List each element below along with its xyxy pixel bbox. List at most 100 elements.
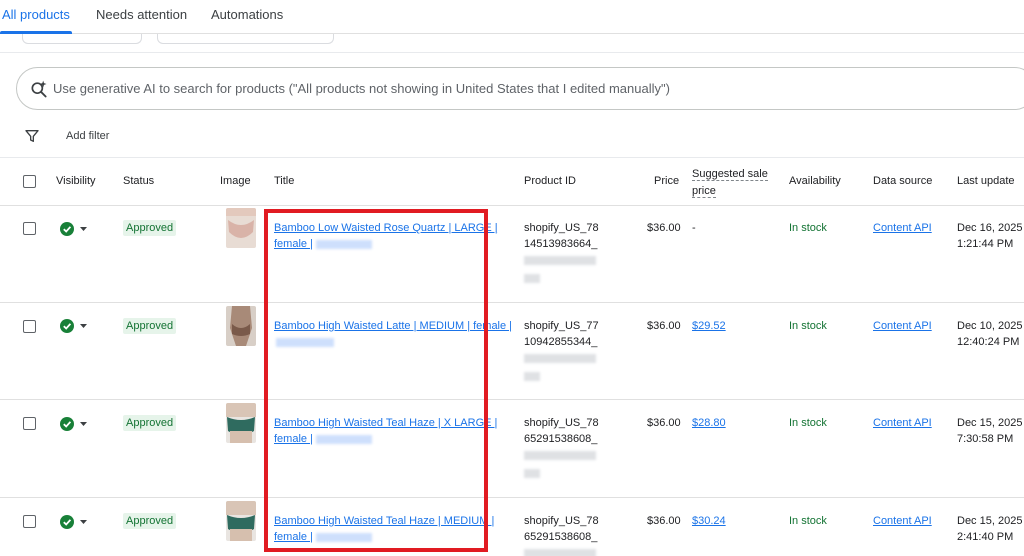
product-thumbnail[interactable]: [226, 208, 256, 248]
divider: [0, 205, 1024, 206]
tab-all-products[interactable]: All products: [2, 7, 70, 22]
row-checkbox[interactable]: [23, 417, 36, 430]
col-product-id[interactable]: Product ID: [524, 175, 576, 187]
row-checkbox[interactable]: [23, 320, 36, 333]
divider: [0, 302, 1024, 303]
product-id: shopify_US_78 14513983664_: [524, 220, 599, 252]
redacted-text: [524, 256, 596, 265]
last-update-date: Dec 15, 2025: [957, 515, 1023, 527]
filter-chip-partial[interactable]: [22, 34, 142, 44]
last-update: Dec 16, 2025 1:21:44 PM: [957, 220, 1022, 252]
status-badge: Approved: [123, 513, 177, 529]
add-filter-button[interactable]: Add filter: [66, 130, 109, 142]
availability: In stock: [789, 417, 827, 429]
price: $36.00: [647, 417, 681, 429]
col-title[interactable]: Title: [274, 175, 294, 187]
product-id: shopify_US_78 65291538608_: [524, 415, 599, 447]
check-circle-icon: [60, 222, 74, 236]
last-update-time: 7:30:58 PM: [957, 433, 1014, 445]
data-source-link[interactable]: Content API: [873, 513, 932, 529]
redacted-text: [524, 354, 596, 363]
suggested-price-link[interactable]: $28.80: [692, 415, 726, 431]
col-suggested-sale-price[interactable]: Suggested sale price: [692, 166, 768, 200]
tab-needs-attention[interactable]: Needs attention: [96, 7, 187, 22]
chevron-down-icon: [80, 520, 87, 524]
row-checkbox[interactable]: [23, 222, 36, 235]
sparkle-search-icon: [31, 80, 47, 98]
col-visibility[interactable]: Visibility: [56, 175, 96, 187]
check-circle-icon: [60, 515, 74, 529]
check-circle-icon: [60, 319, 74, 333]
redacted-text: [524, 274, 540, 283]
product-id-line2: 65291538608_: [524, 531, 598, 543]
product-id: shopify_US_78 65291538608_: [524, 513, 599, 545]
price: $36.00: [647, 222, 681, 234]
last-update-date: Dec 15, 2025: [957, 417, 1023, 429]
col-suggested-line1: Suggested sale: [692, 168, 768, 181]
last-update-date: Dec 16, 2025: [957, 222, 1023, 234]
product-id-line1: shopify_US_78: [524, 417, 599, 429]
product-thumbnail[interactable]: [226, 501, 256, 541]
data-source-link[interactable]: Content API: [873, 220, 932, 236]
redacted-text: [524, 372, 540, 381]
last-update-date: Dec 10, 2025: [957, 320, 1023, 332]
status-badge: Approved: [123, 415, 177, 431]
divider: [0, 157, 1024, 158]
availability: In stock: [789, 320, 827, 332]
annotation-highlight-box: [264, 209, 488, 552]
status-badge: Approved: [123, 318, 177, 334]
visibility-dropdown[interactable]: [60, 416, 90, 432]
row-checkbox[interactable]: [23, 515, 36, 528]
ai-search-bar[interactable]: Use generative AI to search for products…: [16, 67, 1024, 110]
last-update: Dec 15, 2025 7:30:58 PM: [957, 415, 1022, 447]
product-thumbnail[interactable]: [226, 306, 256, 346]
status-badge: Approved: [123, 220, 177, 236]
data-source-link[interactable]: Content API: [873, 415, 932, 431]
availability: In stock: [789, 515, 827, 527]
product-id-line2: 14513983664_: [524, 238, 598, 250]
divider: [0, 497, 1024, 498]
last-update-time: 12:40:24 PM: [957, 336, 1020, 348]
col-image: Image: [220, 175, 251, 187]
last-update-time: 2:41:40 PM: [957, 531, 1014, 543]
select-all-checkbox[interactable]: [23, 175, 36, 188]
suggested-price-link[interactable]: $29.52: [692, 318, 726, 334]
redacted-text: [524, 549, 596, 556]
col-last-update[interactable]: Last update: [957, 175, 1015, 187]
product-id-line2: 65291538608_: [524, 433, 598, 445]
chevron-down-icon: [80, 227, 87, 231]
redacted-text: [524, 469, 540, 478]
data-source-link[interactable]: Content API: [873, 318, 932, 334]
divider: [0, 52, 1024, 53]
product-id-line1: shopify_US_78: [524, 515, 599, 527]
availability: In stock: [789, 222, 827, 234]
chevron-down-icon: [80, 324, 87, 328]
tab-automations[interactable]: Automations: [211, 7, 283, 22]
check-circle-icon: [60, 417, 74, 431]
divider: [0, 399, 1024, 400]
visibility-dropdown[interactable]: [60, 221, 90, 237]
suggested-price-link[interactable]: $30.24: [692, 513, 726, 529]
suggested-price: -: [692, 222, 696, 234]
last-update: Dec 15, 2025 2:41:40 PM: [957, 513, 1022, 545]
product-id-line1: shopify_US_78: [524, 222, 599, 234]
price: $36.00: [647, 320, 681, 332]
product-id-line2: 10942855344_: [524, 336, 598, 348]
filter-chip-partial[interactable]: [157, 34, 334, 44]
visibility-dropdown[interactable]: [60, 514, 90, 530]
product-id-line1: shopify_US_77: [524, 320, 599, 332]
tab-bar: All products Needs attention Automations: [0, 0, 1024, 34]
col-data-source[interactable]: Data source: [873, 175, 932, 187]
visibility-dropdown[interactable]: [60, 318, 90, 334]
search-placeholder: Use generative AI to search for products…: [53, 81, 670, 96]
price: $36.00: [647, 515, 681, 527]
col-status[interactable]: Status: [123, 175, 154, 187]
chevron-down-icon: [80, 422, 87, 426]
product-id: shopify_US_77 10942855344_: [524, 318, 599, 350]
col-suggested-line2: price: [692, 185, 716, 198]
col-price[interactable]: Price: [654, 175, 679, 187]
filter-icon[interactable]: [24, 128, 40, 144]
product-thumbnail[interactable]: [226, 403, 256, 443]
col-availability[interactable]: Availability: [789, 175, 841, 187]
redacted-text: [524, 451, 596, 460]
